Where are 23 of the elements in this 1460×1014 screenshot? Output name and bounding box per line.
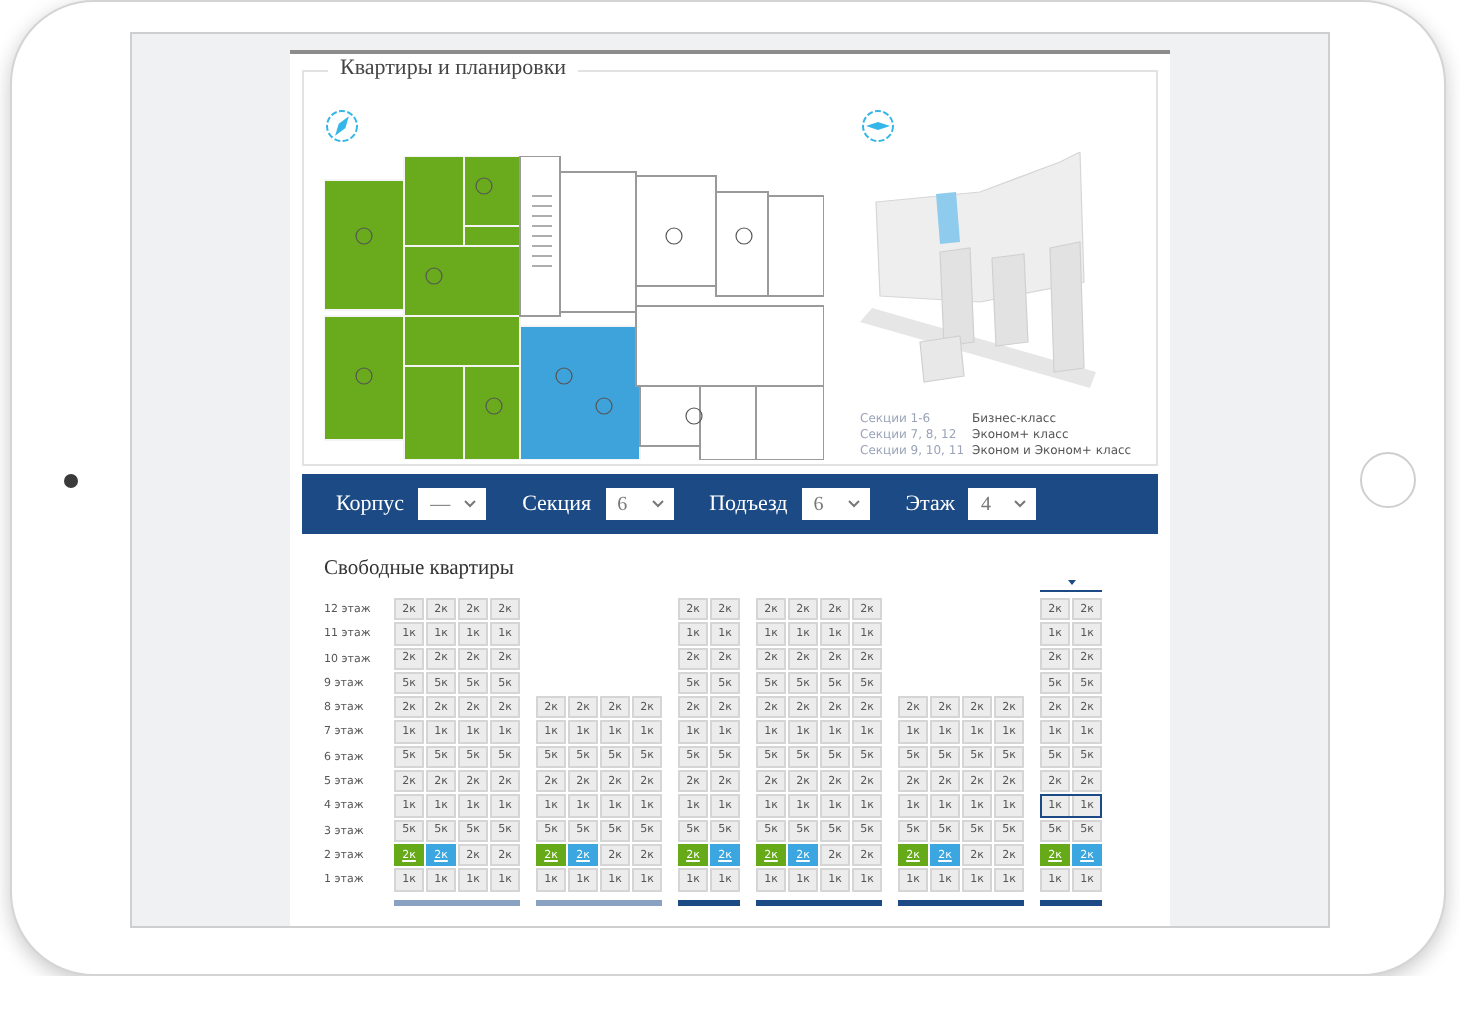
- compass-icon: [324, 108, 360, 144]
- section-bar[interactable]: [898, 899, 1024, 906]
- section-bar[interactable]: [678, 899, 740, 906]
- chevron-down-icon: [1014, 500, 1027, 508]
- floor-plan-drawing[interactable]: [324, 156, 824, 460]
- section-bar[interactable]: [1040, 899, 1102, 906]
- chevron-down-icon: [651, 500, 664, 508]
- camera-dot: [64, 473, 78, 487]
- filter-label: Секция: [522, 492, 592, 516]
- dropdown[interactable]: 6: [801, 488, 870, 520]
- triangle-down-icon: [1067, 580, 1075, 586]
- filter-label: Корпус: [336, 492, 405, 516]
- chevron-down-icon: [847, 500, 860, 508]
- panel-title: Квартиры и планировки: [328, 56, 579, 80]
- filter-label: Подъезд: [709, 492, 788, 516]
- dropdown[interactable]: —: [418, 488, 487, 520]
- compass-icon: [860, 108, 896, 144]
- dropdown[interactable]: 6: [605, 488, 674, 520]
- section-title: Свободные квартиры: [324, 558, 514, 580]
- chevron-down-icon: [464, 500, 477, 508]
- filter-label: Этаж: [905, 492, 955, 516]
- dropdown[interactable]: 4: [968, 488, 1037, 520]
- section-bar[interactable]: [756, 899, 882, 906]
